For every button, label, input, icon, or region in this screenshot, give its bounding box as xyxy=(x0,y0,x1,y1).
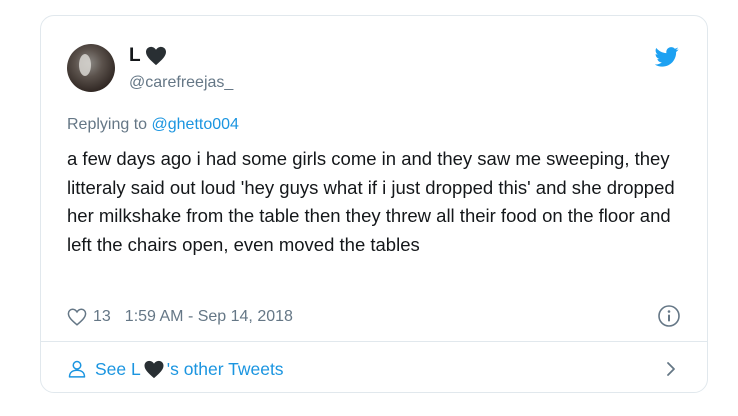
chevron-right-icon[interactable] xyxy=(663,360,679,378)
avatar[interactable] xyxy=(67,44,115,92)
info-icon[interactable] xyxy=(657,304,681,328)
like-count[interactable]: 13 xyxy=(93,308,111,326)
tweet-text: a few days ago i had some girls come in … xyxy=(67,148,675,255)
twitter-bird-icon[interactable] xyxy=(655,47,679,67)
replying-to: Replying to @ghetto004 xyxy=(67,116,239,134)
user-icon xyxy=(68,360,86,378)
tweet-meta: 13 1:59 AM - Sep 14, 2018 xyxy=(67,306,293,328)
see-other-tweets-link[interactable]: See L 's other Tweets xyxy=(67,356,284,382)
black-heart-icon xyxy=(144,360,164,378)
author-name-row[interactable]: L xyxy=(129,44,167,68)
see-more-prefix: See L xyxy=(95,358,141,379)
like-heart-icon[interactable] xyxy=(67,308,87,326)
avatar-highlight xyxy=(79,54,91,76)
tweet-card: L @carefreejas_ Replying to @ghetto004 a… xyxy=(40,15,708,393)
divider xyxy=(41,341,707,342)
black-heart-icon xyxy=(145,46,166,66)
see-more-suffix: 's other Tweets xyxy=(166,358,284,379)
user-handle[interactable]: @carefreejas_ xyxy=(129,74,233,92)
reply-to-handle[interactable]: @ghetto004 xyxy=(152,116,239,133)
replying-to-label: Replying to xyxy=(67,116,152,133)
timestamp[interactable]: 1:59 AM - Sep 14, 2018 xyxy=(125,308,293,326)
display-name[interactable]: L xyxy=(129,45,141,67)
